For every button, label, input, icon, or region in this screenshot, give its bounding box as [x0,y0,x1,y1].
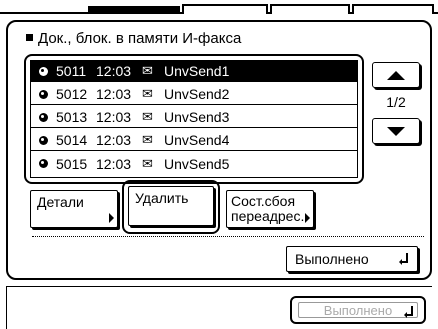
top-tab-active [88,6,180,14]
job-name: UnvSend4 [164,132,230,148]
job-number: 5012 [56,86,88,102]
footer-done-button: Выполнено [290,296,426,324]
radio-icon [39,112,48,122]
job-name: UnvSend2 [164,86,230,102]
job-number: 5015 [56,155,88,172]
job-name: UnvSend1 [164,63,230,79]
job-time: 12:03 [96,109,132,125]
send-icon: ✉ [142,155,153,171]
top-tab [182,4,268,14]
enter-icon [399,253,408,265]
chevron-right-icon [305,213,310,223]
send-icon: ✉ [142,109,153,124]
send-icon: ✉ [142,86,153,101]
job-time: 12:03 [96,86,132,102]
job-time: 12:03 [96,155,132,172]
list-item[interactable]: 5011 12:03 ✉ UnvSend1 [31,61,357,82]
page-title: Док., блок. в памяти И-факса [26,30,241,47]
top-tab [270,4,350,14]
list-item[interactable]: 5013 12:03 ✉ UnvSend3 [31,107,357,128]
job-name: UnvSend5 [164,155,230,172]
title-bullet-icon [26,34,33,41]
radio-icon [39,66,48,76]
delete-button[interactable]: Удалить [128,186,214,226]
scroll-down-button[interactable] [372,118,420,144]
chevron-right-icon [109,213,114,223]
job-time: 12:03 [96,132,132,148]
radio-icon [39,89,48,99]
page-indicator: 1/2 [386,94,406,110]
arrow-down-icon [387,126,405,136]
resend-failure-button[interactable]: Сост.сбоя переадрес. [226,190,314,228]
top-tab [352,4,434,14]
job-number: 5011 [56,63,87,79]
radio-icon [39,135,48,145]
job-number: 5013 [56,109,88,125]
send-icon: ✉ [142,132,153,147]
details-button[interactable]: Детали [30,190,118,228]
send-icon: ✉ [142,63,153,78]
scroll-up-button[interactable] [372,62,420,88]
list-item[interactable]: 5012 12:03 ✉ UnvSend2 [31,84,357,105]
job-time: 12:03 [96,63,132,79]
arrow-up-icon [387,70,405,80]
list-item[interactable]: 5015 12:03 ✉ UnvSend5 [31,153,357,174]
done-button[interactable]: Выполнено [286,246,418,272]
job-number: 5014 [56,132,88,148]
enter-icon [404,306,413,318]
list-item[interactable]: 5014 12:03 ✉ UnvSend4 [31,130,357,151]
divider [32,236,424,237]
job-name: UnvSend3 [164,109,230,125]
radio-icon [39,159,48,168]
